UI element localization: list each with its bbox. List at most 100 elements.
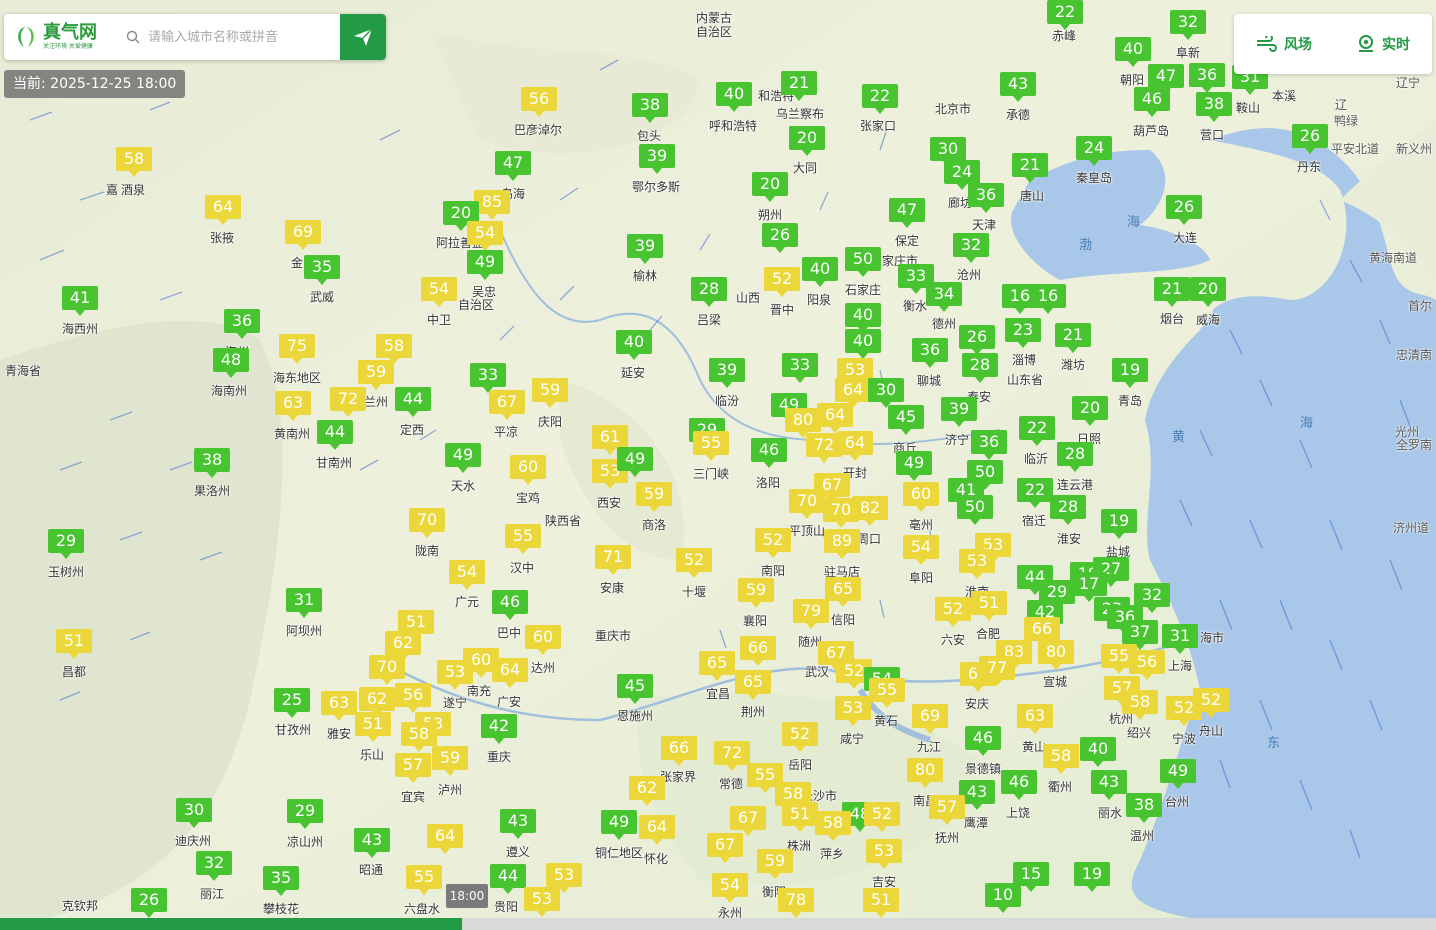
aqi-marker[interactable]: 26 xyxy=(959,325,995,355)
city-label[interactable]: 朝阳 xyxy=(1120,71,1144,88)
city-label[interactable]: 包头 xyxy=(637,127,661,144)
aqi-marker[interactable]: 85 xyxy=(474,190,510,220)
aqi-marker[interactable]: 58 xyxy=(116,147,152,177)
city-label[interactable]: 临汾 xyxy=(715,392,739,409)
aqi-marker[interactable]: 80 xyxy=(785,408,821,438)
city-label[interactable]: 海西州 xyxy=(62,320,98,337)
aqi-marker[interactable]: 54 xyxy=(712,873,748,903)
city-label[interactable]: 昭通 xyxy=(359,861,383,878)
city-label[interactable]: 鹰潭 xyxy=(964,814,988,831)
aqi-marker[interactable]: 20 xyxy=(1072,396,1108,426)
aqi-marker[interactable]: 20 xyxy=(752,172,788,202)
city-label[interactable]: 天津 xyxy=(972,216,996,233)
aqi-marker[interactable]: 38 xyxy=(632,93,668,123)
city-label[interactable]: 阜阳 xyxy=(909,569,933,586)
city-label[interactable]: 巴中 xyxy=(497,624,521,641)
city-label[interactable]: 大连 xyxy=(1173,229,1197,246)
aqi-marker[interactable]: 17 xyxy=(1071,572,1107,602)
city-label[interactable]: 潍坊 xyxy=(1061,356,1085,373)
aqi-marker[interactable]: 36 xyxy=(224,309,260,339)
aqi-marker[interactable]: 52 xyxy=(935,597,971,627)
aqi-marker[interactable]: 21 xyxy=(1055,323,1091,353)
city-label[interactable]: 张家界 xyxy=(660,768,696,785)
aqi-marker[interactable]: 64 xyxy=(427,824,463,854)
city-label[interactable]: 保定 xyxy=(895,232,919,249)
aqi-marker[interactable]: 67 xyxy=(489,390,525,420)
aqi-marker[interactable]: 31 xyxy=(1162,624,1198,654)
aqi-marker[interactable]: 52 xyxy=(676,548,712,578)
city-label[interactable]: 丹东 xyxy=(1297,158,1321,175)
aqi-marker[interactable]: 32 xyxy=(953,233,989,263)
city-label[interactable]: 周口 xyxy=(857,530,881,547)
aqi-marker[interactable]: 67 xyxy=(730,806,766,836)
aqi-marker[interactable]: 45 xyxy=(888,405,924,435)
aqi-marker[interactable]: 43 xyxy=(1091,770,1127,800)
city-label[interactable]: 广安 xyxy=(497,693,521,710)
city-label[interactable]: 恩施州 xyxy=(617,707,653,724)
city-label[interactable]: 黄南州 xyxy=(274,425,310,442)
city-label[interactable]: 宿迁 xyxy=(1022,512,1046,529)
city-label[interactable]: 南阳 xyxy=(761,562,785,579)
city-label[interactable]: 淄博 xyxy=(1012,351,1036,368)
aqi-marker[interactable]: 62 xyxy=(629,776,665,806)
aqi-marker[interactable]: 35 xyxy=(263,866,299,896)
city-label[interactable]: 温州 xyxy=(1130,827,1154,844)
aqi-marker[interactable]: 71 xyxy=(595,545,631,575)
aqi-marker[interactable]: 30 xyxy=(176,798,212,828)
city-label[interactable]: 迪庆州 xyxy=(175,832,211,849)
aqi-marker[interactable]: 55 xyxy=(406,865,442,895)
city-label[interactable]: 呼和浩特 xyxy=(709,117,757,134)
aqi-marker[interactable]: 49 xyxy=(601,810,637,840)
aqi-marker[interactable]: 34 xyxy=(926,282,962,312)
city-label[interactable]: 南充 xyxy=(467,682,491,699)
aqi-marker[interactable]: 58 xyxy=(1122,690,1158,720)
city-label[interactable]: 上海 xyxy=(1168,657,1192,674)
city-label[interactable]: 台州 xyxy=(1165,793,1189,810)
aqi-marker[interactable]: 67 xyxy=(707,833,743,863)
aqi-marker[interactable]: 62 xyxy=(385,631,421,661)
city-label[interactable]: 自治区 xyxy=(458,296,494,313)
city-label[interactable]: 丽水 xyxy=(1098,804,1122,821)
city-label[interactable]: 张掖 xyxy=(210,229,234,246)
city-label[interactable]: 张家口 xyxy=(860,117,896,134)
aqi-marker[interactable]: 52 xyxy=(1193,688,1229,718)
city-label[interactable]: 秦皇岛 xyxy=(1076,169,1112,186)
city-label[interactable]: 宜昌 xyxy=(706,685,730,702)
aqi-marker[interactable]: 62 xyxy=(359,687,395,717)
city-label[interactable]: 十堰 xyxy=(682,583,706,600)
aqi-marker[interactable]: 78 xyxy=(778,888,814,918)
aqi-marker[interactable]: 37 xyxy=(1122,620,1158,650)
city-label[interactable]: 延安 xyxy=(621,364,645,381)
aqi-marker[interactable]: 50 xyxy=(957,495,993,525)
aqi-marker[interactable]: 22 xyxy=(1017,478,1053,508)
city-label[interactable]: 晋中 xyxy=(770,301,794,318)
city-label[interactable]: 宜宾 xyxy=(401,788,425,805)
aqi-marker[interactable]: 65 xyxy=(825,577,861,607)
city-label[interactable]: 三门峡 xyxy=(693,465,729,482)
aqi-marker[interactable]: 51 xyxy=(355,712,391,742)
aqi-marker[interactable]: 22 xyxy=(862,84,898,114)
aqi-marker[interactable]: 54 xyxy=(449,560,485,590)
aqi-marker[interactable]: 72 xyxy=(330,387,366,417)
wind-field-button[interactable]: 风场 xyxy=(1256,34,1312,54)
aqi-marker[interactable]: 66 xyxy=(1024,617,1060,647)
aqi-marker[interactable]: 25 xyxy=(274,688,310,718)
aqi-marker[interactable]: 51 xyxy=(56,629,92,659)
aqi-marker[interactable]: 66 xyxy=(661,736,697,766)
aqi-marker[interactable]: 42 xyxy=(481,714,517,744)
aqi-marker[interactable]: 29 xyxy=(287,799,323,829)
aqi-marker[interactable]: 49 xyxy=(445,443,481,473)
aqi-marker[interactable]: 47 xyxy=(889,198,925,228)
aqi-marker[interactable]: 28 xyxy=(691,277,727,307)
city-label[interactable]: 凉山州 xyxy=(287,833,323,850)
city-label[interactable]: 本溪 xyxy=(1272,87,1296,104)
aqi-marker[interactable]: 53 xyxy=(835,696,871,726)
city-label[interactable]: 武威 xyxy=(310,288,334,305)
aqi-marker[interactable]: 63 xyxy=(321,691,357,721)
aqi-marker[interactable]: 40 xyxy=(845,329,881,359)
aqi-marker[interactable]: 52 xyxy=(764,267,800,297)
aqi-marker[interactable]: 38 xyxy=(194,448,230,478)
city-label[interactable]: 中卫 xyxy=(427,311,451,328)
aqi-marker[interactable]: 24 xyxy=(944,160,980,190)
aqi-marker[interactable]: 49 xyxy=(1160,759,1196,789)
